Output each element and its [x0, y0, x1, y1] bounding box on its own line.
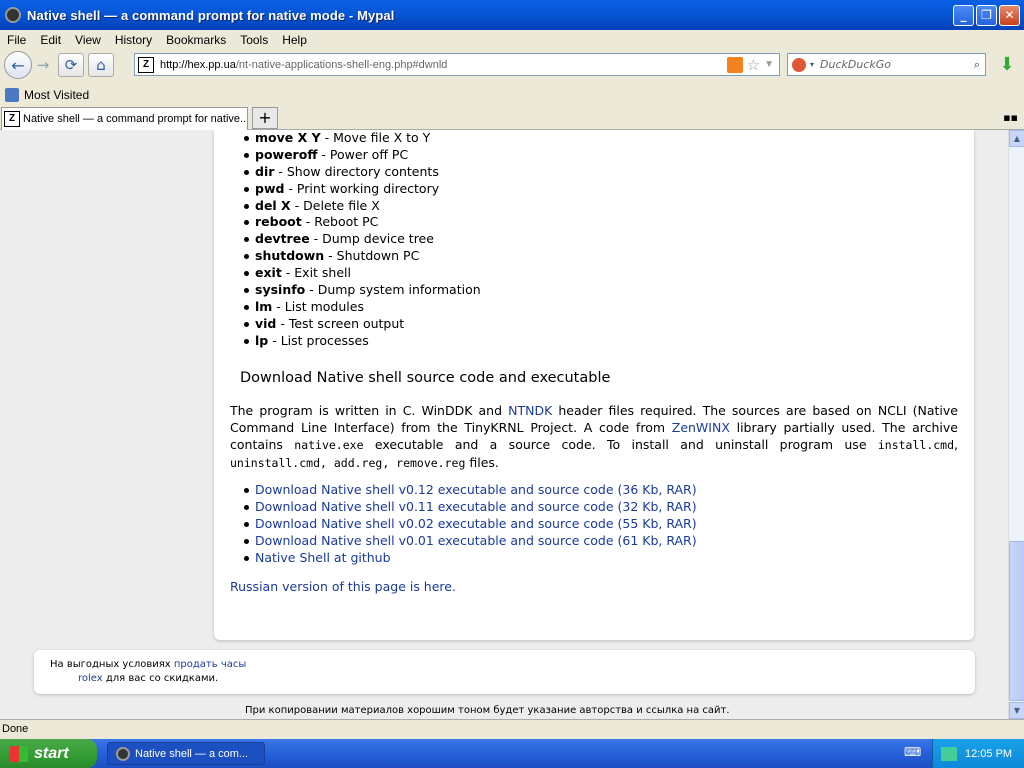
search-icon[interactable]: ⌕	[974, 58, 980, 72]
keyboard-layout-icon[interactable]: ⌨	[904, 745, 921, 759]
home-button[interactable]: ⌂	[88, 53, 114, 77]
list-item: sysinfo - Dump system information	[214, 282, 481, 299]
most-visited-bookmark[interactable]: Most Visited	[24, 88, 89, 102]
list-all-tabs-icon[interactable]: ▪▪	[1003, 111, 1018, 124]
menu-bar: File Edit View History Bookmarks Tools H…	[0, 30, 1024, 50]
forward-button[interactable]: →	[32, 53, 54, 77]
vertical-scrollbar[interactable]: ▲ ▼	[1008, 130, 1024, 719]
start-button[interactable]: start	[0, 739, 97, 768]
ad-sell-watches-link[interactable]: продать часы	[174, 659, 246, 670]
search-placeholder: DuckDuckGo	[820, 58, 891, 71]
back-button[interactable]: ←	[4, 51, 32, 79]
navigation-toolbar: ← → ⟳ ⌂ Z http://hex.pp.ua/nt-native-app…	[0, 50, 1024, 80]
list-item: Native Shell at github	[214, 550, 697, 567]
list-item: del X - Delete file X	[214, 198, 481, 215]
ntndk-link[interactable]: NTNDK	[508, 403, 552, 418]
most-visited-icon	[5, 88, 19, 102]
download-v012-link[interactable]: Download Native shell v0.12 executable a…	[255, 482, 697, 497]
taskbar: start Native shell — a com... ⌨ 12:05 PM	[0, 739, 1024, 768]
menu-view[interactable]: View	[68, 33, 108, 47]
menu-tools[interactable]: Tools	[233, 33, 275, 47]
system-tray: 12:05 PM	[932, 739, 1024, 768]
duckduckgo-engine-icon[interactable]	[792, 57, 806, 72]
menu-help[interactable]: Help	[275, 33, 314, 47]
clock: 12:05 PM	[965, 747, 1013, 760]
main-article: move X Y - Move file X to Y poweroff - P…	[214, 130, 974, 640]
list-item: reboot - Reboot PC	[214, 214, 481, 231]
scroll-up-icon[interactable]: ▲	[1009, 130, 1024, 147]
list-item: devtree - Dump device tree	[214, 231, 481, 248]
copyright-footer: При копировании материалов хорошим тоном…	[245, 705, 730, 716]
download-v002-link[interactable]: Download Native shell v0.02 executable a…	[255, 516, 697, 531]
tab-bar: Z Native shell — a command prompt for na…	[0, 106, 1024, 130]
url-dropdown-icon[interactable]: ▼	[764, 59, 774, 70]
title-bar: Native shell — a command prompt for nati…	[0, 0, 1024, 30]
browser-app-icon	[5, 7, 21, 23]
download-links: Download Native shell v0.12 executable a…	[214, 482, 697, 567]
zenwinx-link[interactable]: ZenWINX	[672, 420, 730, 435]
reload-button[interactable]: ⟳	[58, 53, 84, 77]
tab-title: Native shell — a command prompt for nati…	[23, 113, 248, 125]
list-item: lp - List processes	[214, 333, 481, 350]
list-item: poweroff - Power off PC	[214, 147, 481, 164]
browser-task-icon	[116, 746, 130, 761]
download-v011-link[interactable]: Download Native shell v0.11 executable a…	[255, 499, 697, 514]
list-item: Download Native shell v0.02 executable a…	[214, 516, 697, 533]
list-item: dir - Show directory contents	[214, 164, 481, 181]
list-item: Download Native shell v0.01 executable a…	[214, 533, 697, 550]
list-item: shutdown - Shutdown PC	[214, 248, 481, 265]
download-description: The program is written in C. WinDDK and …	[230, 403, 959, 470]
windows-flag-icon	[10, 745, 28, 762]
url-bar[interactable]: Z http://hex.pp.ua/nt-native-application…	[134, 53, 780, 76]
new-tab-button[interactable]: +	[252, 107, 278, 129]
list-item: vid - Test screen output	[214, 316, 481, 333]
command-list: move X Y - Move file X to Y poweroff - P…	[214, 130, 481, 350]
menu-edit[interactable]: Edit	[33, 33, 68, 47]
bookmark-star-icon[interactable]: ☆	[747, 56, 760, 74]
rss-feed-icon[interactable]	[726, 56, 743, 73]
list-item: Download Native shell v0.12 executable a…	[214, 482, 697, 499]
engine-dropdown-icon[interactable]: ▾	[810, 60, 814, 69]
site-favicon-icon: Z	[138, 56, 154, 73]
status-bar: Done	[0, 719, 1024, 739]
list-item: Download Native shell v0.11 executable a…	[214, 499, 697, 516]
maximize-button[interactable]: ❐	[976, 4, 997, 26]
download-heading: Download Native shell source code and ex…	[240, 370, 611, 386]
tab-favicon-icon: Z	[4, 111, 20, 127]
close-button[interactable]: ✕	[999, 4, 1020, 26]
minimize-button[interactable]: _	[953, 4, 974, 26]
list-item: lm - List modules	[214, 299, 481, 316]
menu-bookmarks[interactable]: Bookmarks	[159, 33, 233, 47]
github-link[interactable]: Native Shell at github	[255, 550, 391, 565]
network-icon[interactable]	[941, 746, 957, 761]
download-v001-link[interactable]: Download Native shell v0.01 executable a…	[255, 533, 697, 548]
list-item: move X Y - Move file X to Y	[214, 130, 481, 147]
taskbar-item-browser[interactable]: Native shell — a com...	[107, 742, 265, 765]
downloads-icon[interactable]: ⬇	[994, 54, 1020, 78]
ad-box: На выгодных условиях продать часы rolex …	[34, 650, 975, 694]
scroll-down-icon[interactable]: ▼	[1009, 702, 1024, 719]
scrollbar-thumb[interactable]	[1009, 541, 1024, 701]
russian-version-link[interactable]: Russian version of this page is here.	[230, 579, 456, 594]
ad-rolex-link[interactable]: rolex	[78, 673, 103, 684]
page-content: move X Y - Move file X to Y poweroff - P…	[0, 130, 1008, 719]
bookmarks-toolbar: Most Visited	[0, 84, 1024, 106]
list-item: pwd - Print working directory	[214, 181, 481, 198]
url-path: /nt-native-applications-shell-eng.php#dw…	[235, 58, 448, 71]
list-item: exit - Exit shell	[214, 265, 481, 282]
url-host: http://hex.pp.ua	[160, 58, 236, 71]
menu-file[interactable]: File	[0, 33, 33, 47]
window-title: Native shell — a command prompt for nati…	[27, 7, 395, 23]
menu-history[interactable]: History	[108, 33, 159, 47]
search-box[interactable]: ▾ DuckDuckGo ⌕	[787, 53, 986, 76]
tab-native-shell[interactable]: Z Native shell — a command prompt for na…	[1, 107, 248, 130]
